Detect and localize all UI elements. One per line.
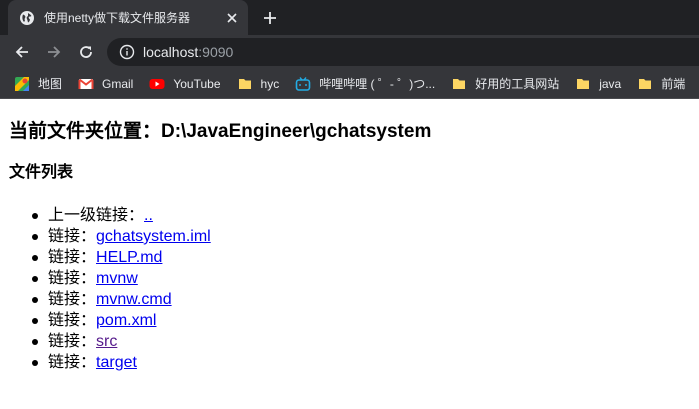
new-tab-icon[interactable] — [260, 8, 280, 28]
info-icon[interactable] — [119, 44, 135, 60]
file-item: 链接：mvnw.cmd — [32, 289, 690, 310]
parent-dir-item: 上一级链接：.. — [32, 205, 690, 226]
folder-icon — [575, 76, 591, 92]
tab-title: 使用netty做下载文件服务器 — [44, 11, 191, 25]
bookmark-label: hyc — [260, 76, 280, 91]
link-prefix: 链接： — [48, 249, 97, 266]
bookmark-folder-hyc[interactable]: hyc — [237, 76, 280, 92]
bookmark-youtube[interactable]: YouTube — [149, 76, 221, 92]
file-item: 链接：target — [32, 352, 690, 373]
url-host: localhost — [143, 44, 199, 60]
bilibili-icon — [295, 76, 311, 92]
file-item: 链接：src — [32, 331, 690, 352]
link-prefix: 链接： — [48, 354, 97, 371]
bookmark-folder-frontend[interactable]: 前端 — [637, 75, 685, 92]
file-link[interactable]: src — [96, 333, 117, 350]
link-prefix: 链接： — [48, 228, 97, 245]
link-prefix: 链接： — [48, 333, 97, 350]
link-prefix: 链接： — [48, 270, 97, 287]
bookmark-gmail[interactable]: Gmail — [78, 76, 133, 92]
reload-icon[interactable] — [76, 42, 96, 62]
parent-link-prefix: 上一级链接： — [48, 207, 145, 224]
folder-icon — [237, 76, 253, 92]
address-bar[interactable]: localhost:9090 — [107, 38, 699, 66]
file-item: 链接：HELP.md — [32, 247, 690, 268]
page-heading: 当前文件夹位置：D:\JavaEngineer\gchatsystem — [9, 121, 432, 142]
bookmarks-bar: 地图 Gmail YouTube hyc 哔哩哔哩 (゜- ゜)つ... 好用… — [0, 69, 699, 99]
bookmark-label: Gmail — [102, 76, 134, 91]
folder-icon — [451, 76, 467, 92]
maps-icon — [14, 76, 30, 92]
gmail-icon — [78, 76, 94, 92]
back-arrow-icon[interactable] — [12, 42, 32, 62]
bookmark-folder-java[interactable]: java — [575, 76, 621, 92]
file-item: 链接：mvnw — [32, 268, 690, 289]
file-link[interactable]: target — [96, 354, 137, 371]
browser-tab[interactable]: 使用netty做下载文件服务器 — [8, 0, 248, 35]
globe-icon — [19, 10, 35, 26]
file-item: 链接：pom.xml — [32, 310, 690, 331]
file-list-heading: 文件列表 — [9, 164, 74, 181]
link-prefix: 链接： — [48, 312, 97, 329]
toolbar: localhost:9090 — [0, 35, 699, 69]
bookmark-label: 哔哩哔哩 ( ゜- ゜)つ... — [319, 77, 436, 91]
url-text: localhost:9090 — [143, 44, 233, 60]
bookmark-maps[interactable]: 地图 — [14, 75, 62, 92]
file-link[interactable]: HELP.md — [96, 249, 162, 266]
bookmark-label: 地图 — [38, 77, 63, 91]
bookmark-label: 前端 — [661, 77, 686, 91]
bookmark-folder-tools[interactable]: 好用的工具网站 — [451, 75, 559, 92]
bookmark-label: YouTube — [173, 76, 221, 91]
file-link[interactable]: mvnw.cmd — [96, 291, 172, 308]
close-tab-icon[interactable] — [224, 10, 240, 26]
file-list: 上一级链接：.. 链接：gchatsystem.iml 链接：HELP.md 链… — [9, 205, 690, 373]
file-link[interactable]: mvnw — [96, 270, 138, 287]
url-port: :9090 — [198, 44, 234, 60]
file-item: 链接：gchatsystem.iml — [32, 226, 690, 247]
parent-dir-link[interactable]: .. — [144, 207, 153, 224]
bookmark-bilibili[interactable]: 哔哩哔哩 ( ゜- ゜)つ... — [295, 75, 435, 92]
bookmark-label: java — [599, 76, 622, 91]
bookmark-label: 好用的工具网站 — [475, 77, 560, 91]
youtube-icon — [149, 76, 165, 92]
tab-strip: 使用netty做下载文件服务器 — [0, 0, 699, 35]
folder-icon — [637, 76, 653, 92]
page-content: 当前文件夹位置：D:\JavaEngineer\gchatsystem 文件列表… — [0, 99, 699, 373]
forward-arrow-icon[interactable] — [44, 42, 64, 62]
file-link[interactable]: gchatsystem.iml — [96, 228, 211, 245]
link-prefix: 链接： — [48, 291, 97, 308]
file-link[interactable]: pom.xml — [96, 312, 156, 329]
